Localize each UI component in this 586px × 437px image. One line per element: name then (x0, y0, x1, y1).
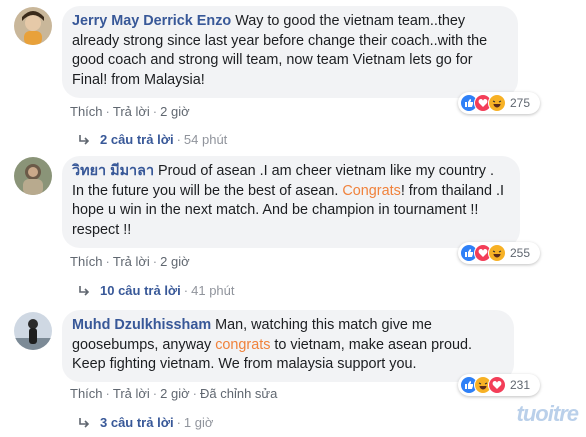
avatar[interactable] (14, 7, 52, 45)
reaction-summary[interactable]: 231 (458, 374, 540, 396)
haha-icon (488, 94, 506, 112)
comment-actions: Thích · Trả lời · 2 giờ · Đã chỉnh sửa (70, 386, 278, 401)
reply-arrow-icon (78, 134, 90, 149)
watermark-logo: tuoitre (516, 401, 579, 426)
avatar[interactable] (14, 312, 52, 350)
comment-bubble: Jerry May Derrick Enzo Way to good the vi… (62, 6, 518, 98)
comment-2: วิทยา มีมาลา Proud of asean .I am cheer v… (0, 150, 586, 298)
comment-author[interactable]: Jerry May Derrick Enzo (72, 13, 231, 29)
comment-time[interactable]: 2 giờ (160, 104, 190, 119)
replies-count[interactable]: 10 câu trả lời (100, 283, 181, 298)
reaction-count: 275 (510, 96, 531, 110)
view-replies-link[interactable]: 10 câu trả lời · 41 phút (78, 283, 235, 300)
view-replies-link[interactable]: 2 câu trả lời · 54 phút (78, 132, 227, 149)
comment-author[interactable]: วิทยา มีมาลา (72, 163, 154, 179)
reaction-count: 255 (510, 246, 531, 260)
comment-bubble: วิทยา มีมาลา Proud of asean .I am cheer v… (62, 156, 520, 248)
replies-time: 1 giờ (183, 415, 214, 430)
like-link[interactable]: Thích (70, 104, 103, 119)
reply-link[interactable]: Trả lời (113, 386, 150, 401)
like-link[interactable]: Thích (70, 386, 103, 401)
replies-count[interactable]: 3 câu trả lời (100, 415, 174, 430)
replies-time: 41 phút (191, 283, 235, 298)
highlighted-word: congrats (215, 336, 271, 353)
comment-time[interactable]: 2 giờ (160, 386, 190, 401)
avatar[interactable] (14, 157, 52, 195)
comment-time[interactable]: 2 giờ (160, 254, 190, 269)
comment-actions: Thích · Trả lời · 2 giờ (70, 254, 190, 269)
haha-icon (488, 244, 506, 262)
reply-link[interactable]: Trả lời (113, 104, 150, 119)
view-replies-link[interactable]: 3 câu trả lời · 1 giờ (78, 415, 213, 432)
comment-bubble: Muhd Dzulkhissham Man, watching this matc… (62, 310, 514, 382)
reply-arrow-icon (78, 417, 90, 432)
reply-arrow-icon (78, 285, 90, 300)
comment-1: Jerry May Derrick Enzo Way to good the vi… (0, 0, 586, 150)
love-icon (488, 376, 506, 394)
edited-label[interactable]: Đã chỉnh sửa (200, 386, 277, 401)
replies-time: 54 phút (183, 132, 228, 147)
like-link[interactable]: Thích (70, 254, 103, 269)
comment-actions: Thích · Trả lời · 2 giờ (70, 104, 190, 119)
reaction-summary[interactable]: 275 (458, 92, 540, 114)
reaction-count: 231 (510, 378, 531, 392)
reaction-summary[interactable]: 255 (458, 242, 540, 264)
replies-count[interactable]: 2 câu trả lời (100, 132, 174, 147)
comment-author[interactable]: Muhd Dzulkhissham (72, 317, 211, 333)
comment-3: Muhd Dzulkhissham Man, watching this matc… (0, 306, 586, 437)
highlighted-word: Congrats (342, 182, 401, 199)
reply-link[interactable]: Trả lời (113, 254, 150, 269)
